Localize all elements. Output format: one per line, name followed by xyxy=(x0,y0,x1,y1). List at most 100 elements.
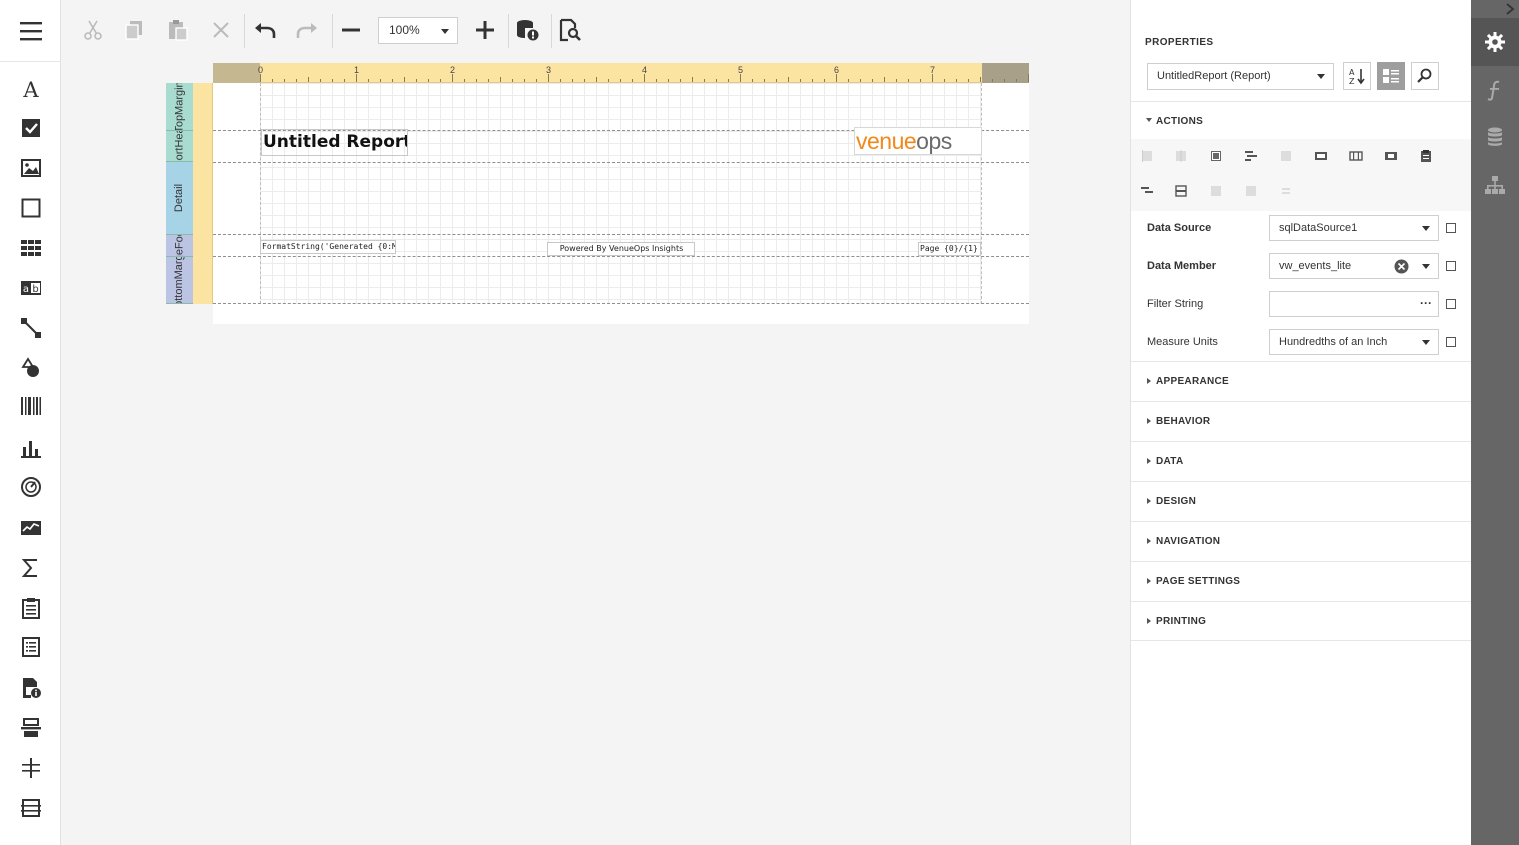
undo-icon[interactable] xyxy=(250,15,280,45)
gauge-tool-icon[interactable] xyxy=(0,467,61,507)
page-settings-section-header[interactable]: PAGE SETTINGS xyxy=(1131,561,1471,601)
data-member-select[interactable]: vw_events_lite xyxy=(1269,253,1439,279)
band-page-footer[interactable]: PageFooter xyxy=(166,235,193,257)
barcode-tool-icon[interactable] xyxy=(0,386,61,426)
ruler-tick xyxy=(452,74,453,82)
size-to-grid-icon[interactable] xyxy=(1349,149,1363,163)
appearance-section-header[interactable]: APPEARANCE xyxy=(1131,361,1471,401)
page-info-tool-icon[interactable] xyxy=(0,668,61,708)
field-list-tab[interactable] xyxy=(1471,117,1519,157)
clear-icon[interactable] xyxy=(1394,259,1409,274)
chevron-down-icon xyxy=(1422,340,1430,345)
delete-icon[interactable] xyxy=(206,15,236,45)
object-selector[interactable]: UntitledReport (Report) xyxy=(1147,63,1334,90)
ruler-tick xyxy=(464,79,465,82)
cross-band-box-tool-icon[interactable] xyxy=(0,788,61,828)
space-vertical-icon[interactable] xyxy=(1209,184,1223,198)
align-left-icon[interactable] xyxy=(1140,149,1154,163)
function-icon xyxy=(1487,80,1500,101)
subreport-tool-icon[interactable] xyxy=(0,588,61,628)
align-middle-icon[interactable] xyxy=(1279,149,1293,163)
band-top-margin[interactable]: TopMargin xyxy=(166,83,193,131)
validate-bindings-icon[interactable] xyxy=(512,15,542,45)
venueops-logo[interactable]: venueops xyxy=(854,127,982,155)
gear-icon xyxy=(1485,32,1505,52)
picture-box-tool-icon[interactable] xyxy=(0,148,61,188)
measure-units-select[interactable]: Hundredths of an Inch xyxy=(1269,329,1439,355)
label-tool-icon[interactable]: A xyxy=(0,69,61,109)
cross-band-line-tool-icon[interactable] xyxy=(0,748,61,788)
powered-by-label[interactable]: Powered By VenueOps Insights xyxy=(547,242,695,256)
align-top-icon[interactable] xyxy=(1244,149,1258,163)
band-separator[interactable] xyxy=(213,162,1029,163)
search-properties-button[interactable] xyxy=(1411,62,1439,90)
band-report-header[interactable]: ReportHeader xyxy=(166,131,193,162)
property-marker-checkbox[interactable] xyxy=(1446,337,1456,347)
copy-icon[interactable] xyxy=(120,15,150,45)
expressions-tab[interactable] xyxy=(1471,70,1519,110)
property-marker-checkbox[interactable] xyxy=(1446,223,1456,233)
right-margin-marker[interactable] xyxy=(982,63,1029,83)
zoom-out-icon[interactable] xyxy=(336,15,366,45)
property-marker-checkbox[interactable] xyxy=(1446,261,1456,271)
left-margin-marker[interactable] xyxy=(213,63,260,83)
property-marker-checkbox[interactable] xyxy=(1446,299,1456,309)
printing-section-header[interactable]: PRINTING xyxy=(1131,601,1471,641)
chevron-right-icon[interactable] xyxy=(1503,2,1517,16)
space-remove-icon[interactable] xyxy=(1279,184,1293,198)
properties-tab[interactable] xyxy=(1471,18,1519,66)
space-horizontal-icon[interactable] xyxy=(1244,184,1258,198)
band-separator[interactable] xyxy=(213,303,1029,304)
report-page[interactable]: Untitled Report venueops FormatString('G… xyxy=(213,83,1029,324)
report-title-label[interactable]: Untitled Report xyxy=(261,129,408,156)
sparkline-tool-icon[interactable] xyxy=(0,508,61,548)
chart-tool-icon[interactable] xyxy=(0,428,61,468)
paste-icon[interactable] xyxy=(163,15,193,45)
report-explorer-tab[interactable] xyxy=(1471,166,1519,206)
hierarchy-icon xyxy=(1485,176,1505,194)
panel-tool-icon[interactable] xyxy=(0,188,61,228)
data-source-select[interactable]: sqlDataSource1 xyxy=(1269,215,1439,241)
sort-alphabetically-button[interactable]: AZ xyxy=(1343,62,1371,90)
align-center-icon[interactable] xyxy=(1174,149,1188,163)
preview-icon[interactable] xyxy=(555,15,585,45)
table-tool-icon[interactable] xyxy=(0,228,61,268)
checkbox-tool-icon[interactable] xyxy=(0,108,61,148)
data-section-header[interactable]: DATA xyxy=(1131,441,1471,481)
section-label: PAGE SETTINGS xyxy=(1156,576,1241,587)
center-horizontally-icon[interactable] xyxy=(1384,149,1398,163)
behavior-section-header[interactable]: BEHAVIOR xyxy=(1131,401,1471,441)
band-separator[interactable] xyxy=(213,234,1029,235)
character-comb-tool-icon[interactable]: ab xyxy=(0,268,61,308)
generated-date-label[interactable]: FormatString('Generated {0:M xyxy=(260,240,396,254)
align-bottom-icon[interactable] xyxy=(1314,149,1328,163)
navigation-section-header[interactable]: NAVIGATION xyxy=(1131,521,1471,561)
band-separator[interactable] xyxy=(213,256,1029,257)
actions-section-header[interactable]: ACTIONS xyxy=(1131,101,1471,139)
ruler-tick xyxy=(260,74,261,82)
order-front-icon[interactable] xyxy=(1140,184,1154,198)
expand-triangle-icon xyxy=(1147,458,1151,464)
band-detail[interactable]: Detail xyxy=(166,162,193,235)
design-section-header[interactable]: DESIGN xyxy=(1131,481,1471,521)
clipboard-icon[interactable] xyxy=(1419,149,1433,163)
categorized-view-button[interactable] xyxy=(1377,62,1405,90)
page-break-tool-icon[interactable] xyxy=(0,708,61,748)
line-tool-icon[interactable] xyxy=(0,308,61,348)
menu-icon[interactable] xyxy=(0,0,61,62)
zoom-in-icon[interactable] xyxy=(470,15,500,45)
zoom-select[interactable]: 100% xyxy=(378,17,458,44)
cut-icon[interactable] xyxy=(78,15,108,45)
order-back-icon[interactable] xyxy=(1174,184,1188,198)
shape-tool-icon[interactable] xyxy=(0,348,61,388)
table-of-contents-tool-icon[interactable] xyxy=(0,627,61,667)
align-right-icon[interactable] xyxy=(1209,149,1223,163)
ellipsis-icon[interactable]: ··· xyxy=(1420,291,1432,315)
margin-guide xyxy=(260,83,261,304)
band-bottom-margin[interactable]: BottomMargin xyxy=(166,257,193,304)
filter-string-input[interactable]: ··· xyxy=(1269,291,1439,317)
sum-icon[interactable] xyxy=(0,548,61,588)
redo-icon[interactable] xyxy=(292,15,322,45)
page-number-label[interactable]: Page {0}/{1} xyxy=(918,242,981,256)
chevron-down-icon xyxy=(441,29,449,34)
